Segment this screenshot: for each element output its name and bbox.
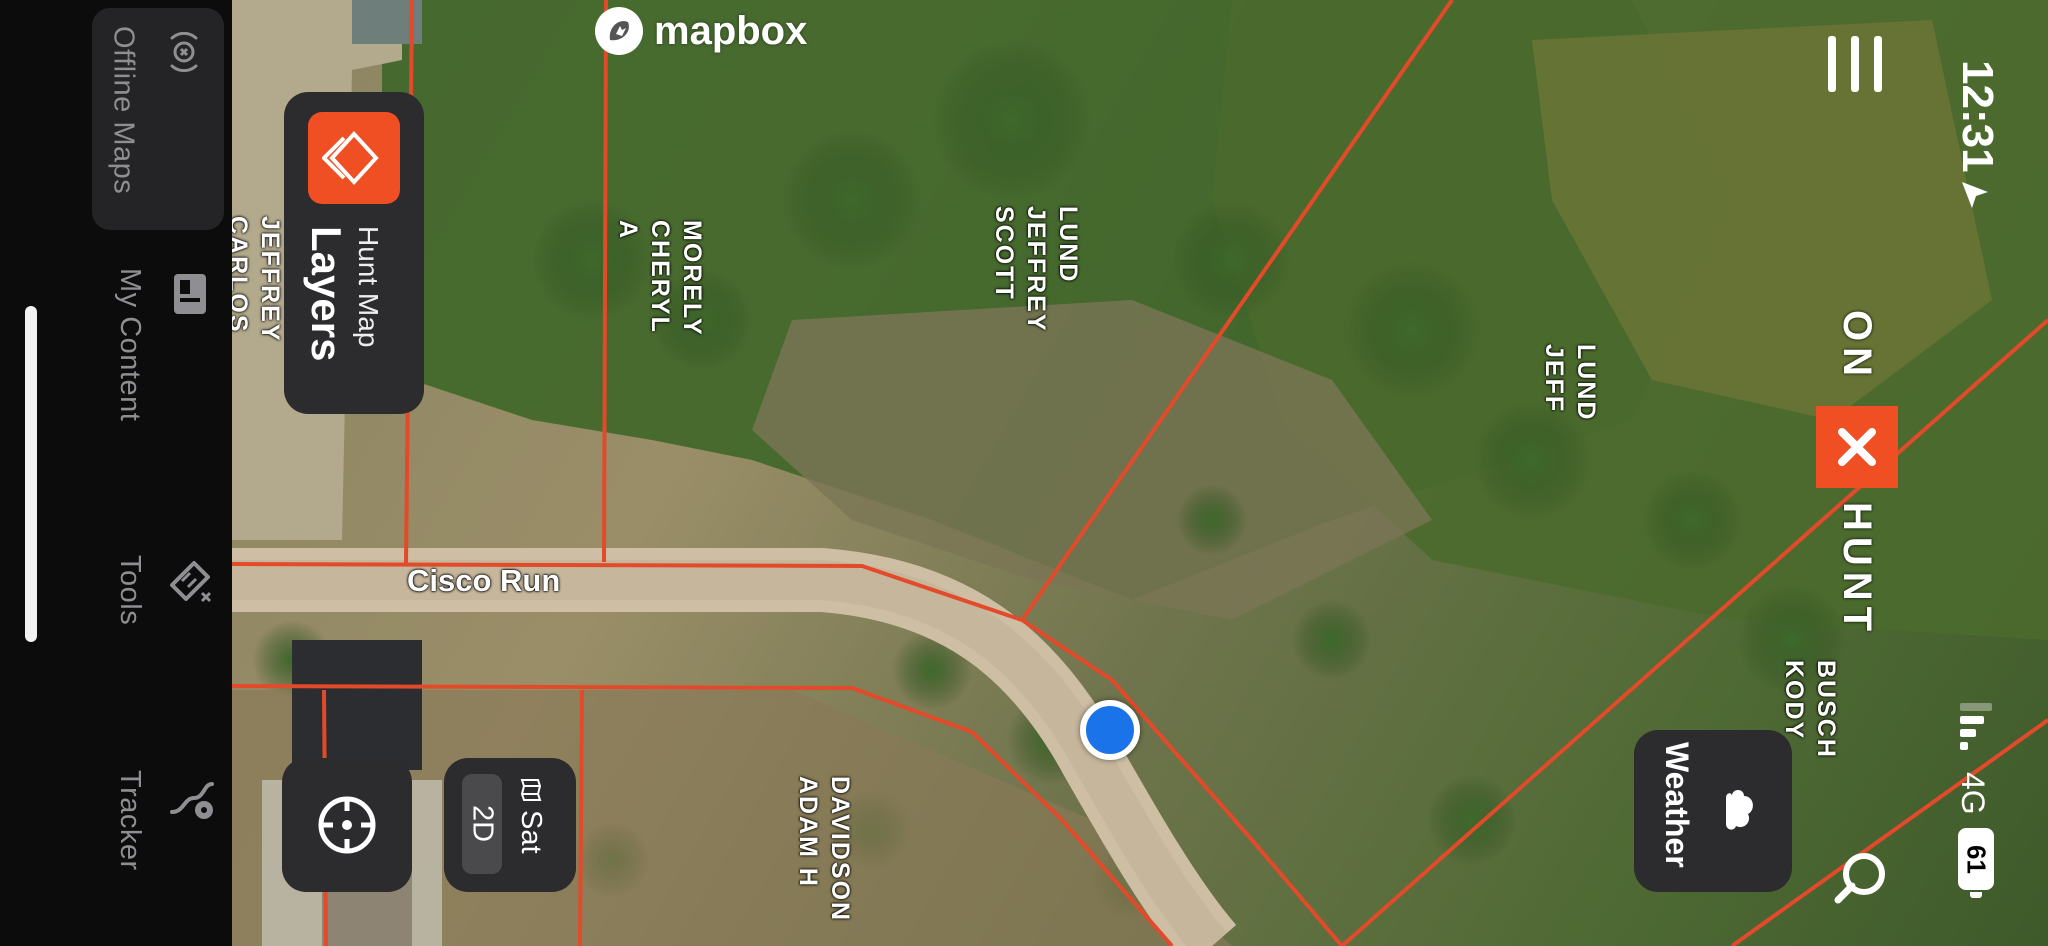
- menu-icon[interactable]: [1826, 34, 1884, 94]
- parcel-label: MORELY CHERYL A: [614, 220, 706, 337]
- layers-icon: [308, 112, 400, 204]
- map-icon: [520, 779, 541, 801]
- my-content-icon: [174, 274, 206, 314]
- battery-indicator: 61: [1958, 828, 1994, 898]
- parcel-label: DAVIDSON ADAM H: [794, 776, 854, 923]
- location-arrow-icon: [1962, 182, 1988, 208]
- nav-my-content-label: My Content: [114, 268, 146, 422]
- navigation-rail: Offline Maps My Content Tools Tracker: [0, 0, 232, 946]
- brand-hunt-text: HUNT: [1835, 502, 1879, 638]
- locate-icon: [318, 796, 376, 854]
- offline-maps-icon: [170, 31, 197, 73]
- nav-offline-maps-label: Offline Maps: [107, 26, 140, 195]
- status-time: 12:31: [1953, 60, 2002, 173]
- onx-logo-icon: [1816, 406, 1898, 488]
- mapbox-wordmark: mapbox: [654, 8, 808, 53]
- map-mode-2d[interactable]: 2D: [462, 774, 502, 874]
- nav-tracker-label: Tracker: [114, 770, 146, 871]
- layers-title: Layers: [303, 226, 350, 362]
- nav-tools-label: Tools: [114, 555, 146, 626]
- user-location-marker[interactable]: [1080, 700, 1140, 760]
- nav-tools[interactable]: Tools: [96, 555, 216, 625]
- weather-icon: [1726, 790, 1753, 830]
- weather-label: Weather: [1659, 742, 1695, 868]
- parcel-label: LUND JEFFREY SCOTT: [990, 206, 1082, 333]
- tools-icon: [170, 561, 212, 603]
- network-type: 4G: [1955, 772, 1991, 815]
- locate-button[interactable]: [282, 758, 412, 892]
- brand-on-text: ON: [1835, 310, 1879, 382]
- cellular-signal-icon: [1960, 703, 1992, 750]
- weather-button[interactable]: Weather: [1634, 730, 1792, 892]
- parcel-label: JEFFREY CARLOS: [232, 216, 284, 343]
- map-mode-primary-label: Sat: [515, 810, 547, 854]
- road-label: Cisco Run: [407, 563, 561, 598]
- mapbox-attribution[interactable]: mapbox: [592, 4, 807, 58]
- tracker-icon: [170, 782, 214, 819]
- map-mode-satellite[interactable]: Sat: [514, 778, 547, 854]
- nav-offline-maps[interactable]: Offline Maps: [92, 8, 224, 230]
- search-icon[interactable]: [1830, 848, 1890, 908]
- layers-subtitle: Hunt Map: [353, 226, 384, 348]
- map-mode-toggle[interactable]: Sat 2D: [444, 758, 576, 892]
- nav-tracker[interactable]: Tracker: [96, 770, 216, 871]
- nav-my-content[interactable]: My Content: [96, 268, 216, 421]
- layers-button[interactable]: Layers Hunt Map: [284, 92, 424, 414]
- home-indicator[interactable]: [25, 306, 37, 642]
- parcel-label: LUND JEFF: [1540, 344, 1600, 422]
- mapbox-logo-icon: [595, 7, 643, 55]
